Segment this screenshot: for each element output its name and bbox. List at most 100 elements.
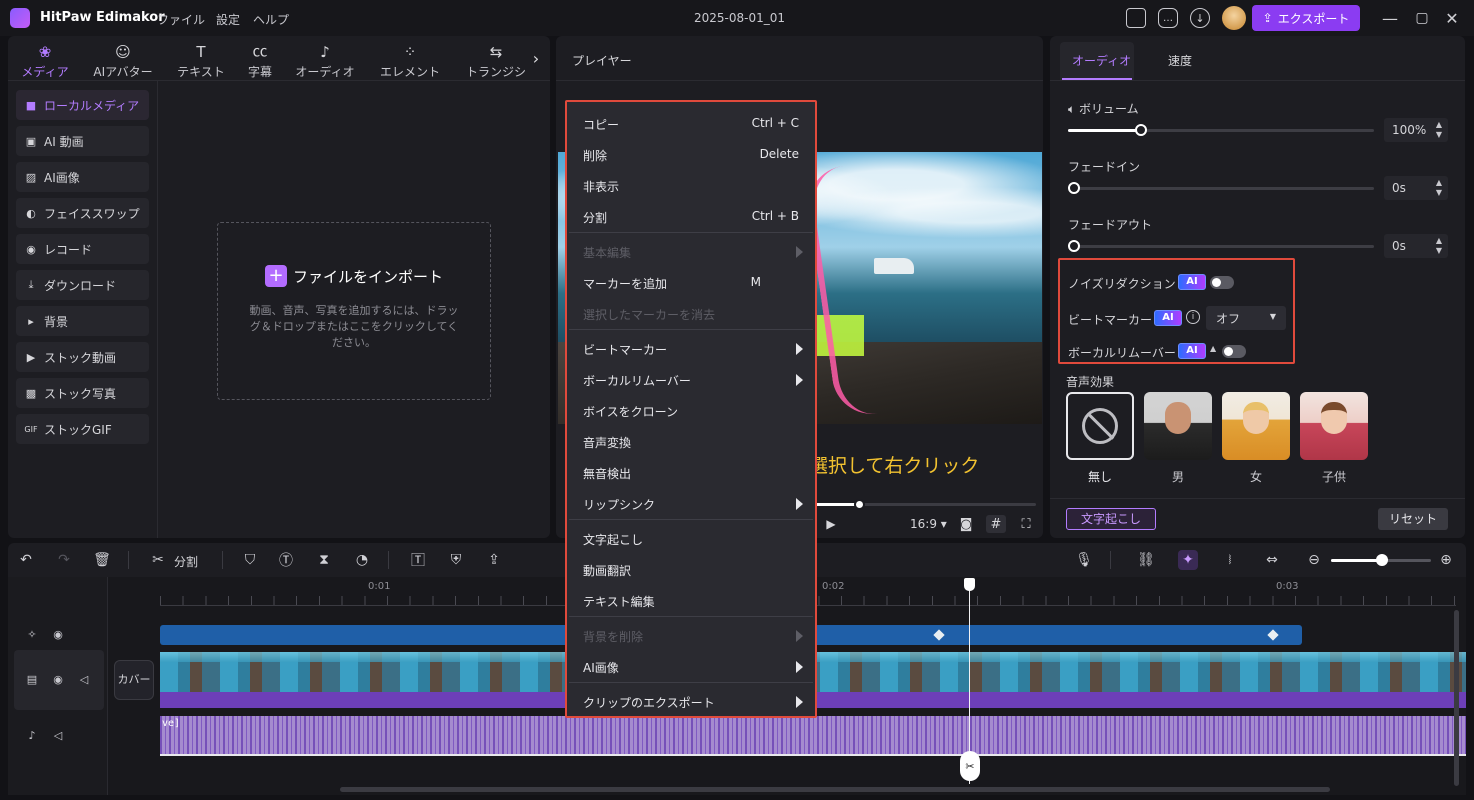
split-button[interactable]: 分割 [174,553,198,570]
speed-icon[interactable]: ◔ [352,550,372,570]
reset-button[interactable]: リセット [1378,508,1448,530]
menu-settings[interactable]: 設定 [216,11,240,28]
chevron-right-icon[interactable]: › [528,48,544,68]
user-avatar[interactable] [1222,6,1246,30]
trim-icon[interactable]: ⧗ [314,550,334,570]
import-dropzone[interactable]: + ファイルをインポート 動画、音声、写真を追加するには、ドラッグ＆ドロップまた… [217,222,491,400]
vocal-remover-toggle[interactable] [1222,345,1246,358]
transcribe-button[interactable]: 文字起こし [1066,508,1156,530]
shield-icon[interactable]: ⛨ [446,550,466,570]
split-view-icon[interactable]: ⧘ [1220,550,1240,570]
tab-transition[interactable]: ⇆ トランジシ [462,40,530,80]
tab-text[interactable]: T テキスト [172,40,230,80]
tab-caption[interactable]: ㏄ 字幕 [244,40,276,80]
sidebar-item-local-media[interactable]: ■ ローカルメディア [16,90,149,120]
tab-audio[interactable]: ♪ オーディオ [290,40,360,80]
sidebar-item-background[interactable]: ▸ 背景 [16,306,149,336]
cover-button[interactable]: カバー [114,660,154,700]
fade-in-slider-handle[interactable] [1068,182,1080,194]
layout-icon[interactable] [1126,8,1146,28]
sidebar-item-ai-image[interactable]: ▨ AI画像 [16,162,149,192]
sidebar-item-stock-video[interactable]: ▶ ストック動画 [16,342,149,372]
playhead-scissors-icon[interactable]: ✂ [960,751,980,781]
sidebar-item-download[interactable]: ⤓ ダウンロード [16,270,149,300]
fade-out-slider-handle[interactable] [1068,240,1080,252]
volume-slider-handle[interactable] [1135,124,1148,136]
export-button[interactable]: ⇪ エクスポート [1252,5,1360,31]
volume-input[interactable]: 100% ▲ ▼ [1384,118,1448,142]
menu-help[interactable]: ヘルプ [253,11,289,28]
download-icon[interactable]: ↓ [1190,8,1210,28]
menu-item-silence-detect[interactable]: 無音検出 [583,465,631,482]
menu-item-ai-image[interactable]: AI画像 [583,659,619,676]
microphone-icon[interactable]: 🎙︎ [1074,550,1094,570]
menu-item-copy[interactable]: コピー [583,116,619,133]
tab-speed[interactable]: 速度 [1168,52,1192,69]
tab-ai-avatar[interactable]: ☺ AIアバター [88,40,158,80]
audio-clip[interactable] [160,716,1466,756]
eye-icon[interactable]: ◉ [50,626,66,642]
menu-item-voice-clone[interactable]: ボイスをクローン [583,403,678,420]
stepper-icon[interactable]: ▲ ▼ [1436,236,1442,256]
menu-item-vocal-remover[interactable]: ボーカルリムーバー [583,372,691,389]
voice-none-option[interactable] [1066,392,1134,460]
menu-item-video-translate[interactable]: 動画翻訳 [583,562,631,579]
tab-element[interactable]: ⁘ エレメント [374,40,446,80]
tab-audio-settings[interactable]: オーディオ [1072,52,1131,69]
text-box-icon[interactable]: Ⓣ [276,550,296,570]
menu-item-transcribe[interactable]: 文字起こし [583,531,643,548]
undo-icon[interactable]: ↶ [16,550,36,570]
menu-item-split[interactable]: 分割 [583,209,607,226]
voice-child-option[interactable] [1300,392,1368,460]
fade-out-slider-track[interactable] [1068,245,1374,248]
sidebar-item-stock-photo[interactable]: ▩ ストック写真 [16,378,149,408]
play-icon[interactable]: ▶ [824,517,838,531]
export-clip-icon[interactable]: ⇪ [484,550,504,570]
voice-male-option[interactable] [1144,392,1212,460]
stepper-icon[interactable]: ▲ ▼ [1436,178,1442,198]
menu-item-hide[interactable]: 非表示 [583,178,619,195]
maximize-icon[interactable]: ▢ [1412,8,1432,28]
speaker-icon[interactable]: ◁ [50,727,66,743]
fade-in-slider-track[interactable] [1068,187,1374,190]
sidebar-item-ai-video[interactable]: ▣ AI 動画 [16,126,149,156]
zoom-slider-handle[interactable] [1376,554,1388,566]
close-icon[interactable]: ✕ [1442,8,1462,28]
playhead-handle[interactable] [964,578,975,591]
fade-out-input[interactable]: 0s ▲ ▼ [1384,234,1448,258]
menu-item-beat-marker[interactable]: ビートマーカー [583,341,667,358]
redo-icon[interactable]: ↷ [54,550,74,570]
link-icon[interactable]: ⛓ [1136,550,1156,570]
voice-female-option[interactable] [1222,392,1290,460]
vertical-scrollbar[interactable] [1454,610,1459,786]
stepper-icon[interactable]: ▲ ▼ [1436,120,1442,140]
menu-item-lip-sync[interactable]: リップシンク [583,496,655,513]
fade-in-input[interactable]: 0s ▲ ▼ [1384,176,1448,200]
info-icon[interactable]: i [1186,310,1200,324]
tab-media[interactable]: ❀ メディア [18,40,72,80]
camera-icon[interactable]: ◙ [956,515,976,533]
aspect-ratio-select[interactable]: 16:9 ▾ [910,517,947,531]
menu-item-add-marker[interactable]: マーカーを追加 [583,275,667,292]
menu-item-export-clip[interactable]: クリップのエクスポート [583,694,715,711]
horizontal-scrollbar[interactable] [340,787,1330,792]
beat-marker-select[interactable]: オフ ▼ [1206,306,1286,330]
fit-width-icon[interactable]: ⇔ [1262,550,1282,570]
fullscreen-icon[interactable]: ⛶ [1016,515,1036,533]
sidebar-item-stock-gif[interactable]: GIF ストックGIF [16,414,149,444]
menu-item-voice-change[interactable]: 音声変換 [583,434,631,451]
feedback-icon[interactable]: … [1158,8,1178,28]
sidebar-item-record[interactable]: ◉ レコード [16,234,149,264]
speaker-icon[interactable]: ◁ [76,671,92,687]
zoom-out-icon[interactable]: ⊖ [1304,550,1324,570]
playback-progress-handle[interactable] [854,499,865,510]
eye-icon[interactable]: ◉ [50,671,66,687]
minimize-icon[interactable]: — [1380,8,1400,28]
noise-reduction-toggle[interactable] [1210,276,1234,289]
menu-item-text-edit[interactable]: テキスト編集 [583,593,655,610]
sidebar-item-face-swap[interactable]: ◐ フェイススワップ [16,198,149,228]
menu-file[interactable]: ファイル [157,11,205,28]
ai-tool-icon[interactable]: ✦ [1178,550,1198,570]
zoom-in-icon[interactable]: ⊕ [1436,550,1456,570]
add-text-icon[interactable]: 🅃 [408,550,428,570]
